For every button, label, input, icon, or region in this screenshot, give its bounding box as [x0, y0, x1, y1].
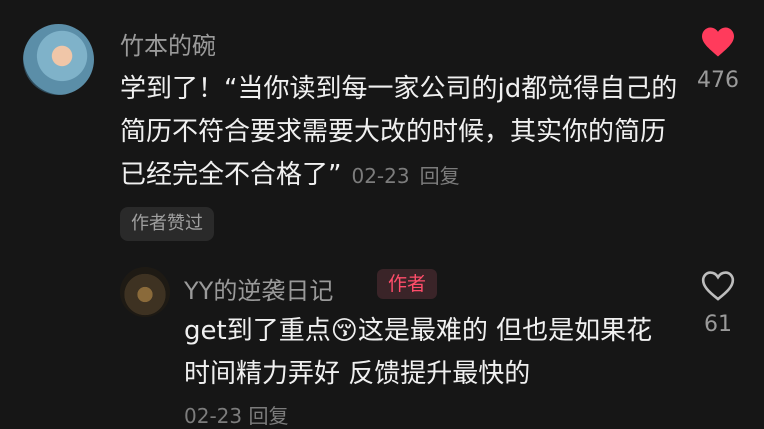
comment-text: 学到了！“当你读到每一家公司的jd都觉得自己的简历不符合要求需要大改的时候，其实… — [120, 68, 680, 198]
reply-reply-button[interactable]: 回复 — [248, 404, 288, 428]
comment-date: 02-23 — [351, 164, 410, 188]
blush-emoji-icon: 😚 — [330, 316, 358, 346]
replier-avatar[interactable] — [120, 267, 170, 317]
reply-like-button[interactable]: 61 — [688, 270, 748, 337]
reply-date: 02-23 — [184, 404, 243, 428]
reply-text-part1: get到了重点 — [184, 316, 331, 346]
heart-filled-icon[interactable] — [700, 26, 736, 58]
commenter-username[interactable]: 竹本的碗 — [120, 26, 216, 61]
replier-username[interactable]: YY的逆袭日记 — [184, 271, 333, 306]
author-tag: 作者 — [377, 269, 438, 299]
reply-like-count: 61 — [704, 312, 732, 337]
comment-like-button[interactable]: 476 — [688, 26, 748, 93]
comment-like-count: 476 — [697, 68, 739, 93]
author-liked-badge: 作者赞过 — [120, 207, 214, 241]
commenter-avatar[interactable] — [23, 24, 94, 95]
reply-text: get到了重点😚这是最难的 但也是如果花时间精力弄好 反馈提升最快的 — [184, 310, 664, 396]
heart-outline-icon[interactable] — [700, 270, 736, 302]
comment-reply-button[interactable]: 回复 — [420, 164, 460, 188]
